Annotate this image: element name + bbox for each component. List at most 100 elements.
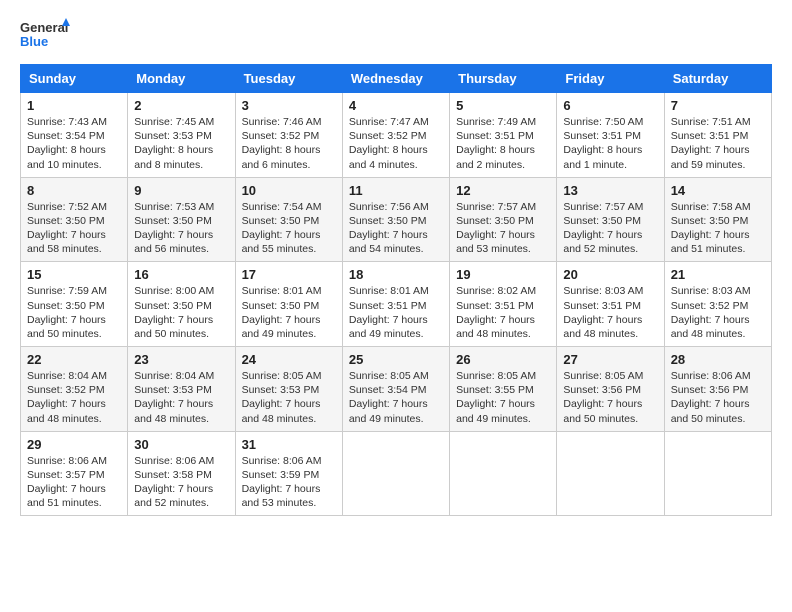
- calendar-cell: 23 Sunrise: 8:04 AMSunset: 3:53 PMDaylig…: [128, 347, 235, 432]
- cell-info: Sunrise: 8:03 AMSunset: 3:51 PMDaylight:…: [563, 285, 643, 340]
- day-number: 24: [242, 352, 336, 367]
- calendar-cell: 7 Sunrise: 7:51 AMSunset: 3:51 PMDayligh…: [664, 93, 771, 178]
- day-number: 9: [134, 183, 228, 198]
- calendar-cell: 11 Sunrise: 7:56 AMSunset: 3:50 PMDaylig…: [342, 177, 449, 262]
- calendar-cell: 10 Sunrise: 7:54 AMSunset: 3:50 PMDaylig…: [235, 177, 342, 262]
- day-number: 1: [27, 98, 121, 113]
- calendar-cell: 21 Sunrise: 8:03 AMSunset: 3:52 PMDaylig…: [664, 262, 771, 347]
- calendar-cell: 15 Sunrise: 7:59 AMSunset: 3:50 PMDaylig…: [21, 262, 128, 347]
- day-number: 20: [563, 267, 657, 282]
- calendar-cell: 28 Sunrise: 8:06 AMSunset: 3:56 PMDaylig…: [664, 347, 771, 432]
- column-header-monday: Monday: [128, 65, 235, 93]
- day-number: 21: [671, 267, 765, 282]
- day-number: 7: [671, 98, 765, 113]
- calendar-cell: 22 Sunrise: 8:04 AMSunset: 3:52 PMDaylig…: [21, 347, 128, 432]
- day-number: 10: [242, 183, 336, 198]
- week-row-1: 1 Sunrise: 7:43 AMSunset: 3:54 PMDayligh…: [21, 93, 772, 178]
- cell-info: Sunrise: 7:45 AMSunset: 3:53 PMDaylight:…: [134, 116, 214, 171]
- logo-icon: General Blue: [20, 16, 70, 56]
- calendar-cell: 5 Sunrise: 7:49 AMSunset: 3:51 PMDayligh…: [450, 93, 557, 178]
- calendar-cell: 1 Sunrise: 7:43 AMSunset: 3:54 PMDayligh…: [21, 93, 128, 178]
- week-row-4: 22 Sunrise: 8:04 AMSunset: 3:52 PMDaylig…: [21, 347, 772, 432]
- column-header-saturday: Saturday: [664, 65, 771, 93]
- cell-info: Sunrise: 7:57 AMSunset: 3:50 PMDaylight:…: [563, 201, 643, 256]
- day-number: 6: [563, 98, 657, 113]
- cell-info: Sunrise: 7:56 AMSunset: 3:50 PMDaylight:…: [349, 201, 429, 256]
- cell-info: Sunrise: 8:01 AMSunset: 3:51 PMDaylight:…: [349, 285, 429, 340]
- day-number: 17: [242, 267, 336, 282]
- cell-info: Sunrise: 8:04 AMSunset: 3:53 PMDaylight:…: [134, 370, 214, 425]
- cell-info: Sunrise: 7:52 AMSunset: 3:50 PMDaylight:…: [27, 201, 107, 256]
- day-number: 25: [349, 352, 443, 367]
- cell-info: Sunrise: 7:51 AMSunset: 3:51 PMDaylight:…: [671, 116, 751, 171]
- cell-info: Sunrise: 7:49 AMSunset: 3:51 PMDaylight:…: [456, 116, 536, 171]
- calendar-cell: 2 Sunrise: 7:45 AMSunset: 3:53 PMDayligh…: [128, 93, 235, 178]
- calendar-cell: 16 Sunrise: 8:00 AMSunset: 3:50 PMDaylig…: [128, 262, 235, 347]
- calendar-cell: 29 Sunrise: 8:06 AMSunset: 3:57 PMDaylig…: [21, 431, 128, 516]
- calendar-cell: [342, 431, 449, 516]
- calendar-cell: 6 Sunrise: 7:50 AMSunset: 3:51 PMDayligh…: [557, 93, 664, 178]
- day-number: 5: [456, 98, 550, 113]
- calendar-cell: 19 Sunrise: 8:02 AMSunset: 3:51 PMDaylig…: [450, 262, 557, 347]
- calendar-cell: 25 Sunrise: 8:05 AMSunset: 3:54 PMDaylig…: [342, 347, 449, 432]
- day-number: 11: [349, 183, 443, 198]
- cell-info: Sunrise: 8:06 AMSunset: 3:58 PMDaylight:…: [134, 455, 214, 510]
- calendar-cell: 13 Sunrise: 7:57 AMSunset: 3:50 PMDaylig…: [557, 177, 664, 262]
- cell-info: Sunrise: 7:43 AMSunset: 3:54 PMDaylight:…: [27, 116, 107, 171]
- day-number: 8: [27, 183, 121, 198]
- calendar-cell: 8 Sunrise: 7:52 AMSunset: 3:50 PMDayligh…: [21, 177, 128, 262]
- day-number: 26: [456, 352, 550, 367]
- cell-info: Sunrise: 7:53 AMSunset: 3:50 PMDaylight:…: [134, 201, 214, 256]
- cell-info: Sunrise: 8:05 AMSunset: 3:55 PMDaylight:…: [456, 370, 536, 425]
- cell-info: Sunrise: 7:47 AMSunset: 3:52 PMDaylight:…: [349, 116, 429, 171]
- calendar-cell: 24 Sunrise: 8:05 AMSunset: 3:53 PMDaylig…: [235, 347, 342, 432]
- calendar-cell: 4 Sunrise: 7:47 AMSunset: 3:52 PMDayligh…: [342, 93, 449, 178]
- calendar-cell: 14 Sunrise: 7:58 AMSunset: 3:50 PMDaylig…: [664, 177, 771, 262]
- svg-text:General: General: [20, 20, 68, 35]
- cell-info: Sunrise: 7:46 AMSunset: 3:52 PMDaylight:…: [242, 116, 322, 171]
- calendar-cell: 27 Sunrise: 8:05 AMSunset: 3:56 PMDaylig…: [557, 347, 664, 432]
- calendar-cell: 9 Sunrise: 7:53 AMSunset: 3:50 PMDayligh…: [128, 177, 235, 262]
- cell-info: Sunrise: 8:03 AMSunset: 3:52 PMDaylight:…: [671, 285, 751, 340]
- cell-info: Sunrise: 8:06 AMSunset: 3:57 PMDaylight:…: [27, 455, 107, 510]
- cell-info: Sunrise: 8:04 AMSunset: 3:52 PMDaylight:…: [27, 370, 107, 425]
- column-header-wednesday: Wednesday: [342, 65, 449, 93]
- column-header-friday: Friday: [557, 65, 664, 93]
- day-number: 4: [349, 98, 443, 113]
- calendar-cell: 3 Sunrise: 7:46 AMSunset: 3:52 PMDayligh…: [235, 93, 342, 178]
- cell-info: Sunrise: 8:06 AMSunset: 3:56 PMDaylight:…: [671, 370, 751, 425]
- day-number: 15: [27, 267, 121, 282]
- calendar-cell: 12 Sunrise: 7:57 AMSunset: 3:50 PMDaylig…: [450, 177, 557, 262]
- header: General Blue: [20, 16, 772, 56]
- day-number: 14: [671, 183, 765, 198]
- cell-info: Sunrise: 7:58 AMSunset: 3:50 PMDaylight:…: [671, 201, 751, 256]
- calendar-cell: 17 Sunrise: 8:01 AMSunset: 3:50 PMDaylig…: [235, 262, 342, 347]
- week-row-5: 29 Sunrise: 8:06 AMSunset: 3:57 PMDaylig…: [21, 431, 772, 516]
- cell-info: Sunrise: 7:54 AMSunset: 3:50 PMDaylight:…: [242, 201, 322, 256]
- cell-info: Sunrise: 7:57 AMSunset: 3:50 PMDaylight:…: [456, 201, 536, 256]
- day-number: 13: [563, 183, 657, 198]
- calendar-cell: [450, 431, 557, 516]
- cell-info: Sunrise: 8:02 AMSunset: 3:51 PMDaylight:…: [456, 285, 536, 340]
- calendar-table: SundayMondayTuesdayWednesdayThursdayFrid…: [20, 64, 772, 516]
- week-row-3: 15 Sunrise: 7:59 AMSunset: 3:50 PMDaylig…: [21, 262, 772, 347]
- cell-info: Sunrise: 8:00 AMSunset: 3:50 PMDaylight:…: [134, 285, 214, 340]
- week-row-2: 8 Sunrise: 7:52 AMSunset: 3:50 PMDayligh…: [21, 177, 772, 262]
- cell-info: Sunrise: 8:06 AMSunset: 3:59 PMDaylight:…: [242, 455, 322, 510]
- day-number: 28: [671, 352, 765, 367]
- day-number: 19: [456, 267, 550, 282]
- cell-info: Sunrise: 8:05 AMSunset: 3:54 PMDaylight:…: [349, 370, 429, 425]
- day-number: 23: [134, 352, 228, 367]
- calendar-cell: 18 Sunrise: 8:01 AMSunset: 3:51 PMDaylig…: [342, 262, 449, 347]
- cell-info: Sunrise: 8:01 AMSunset: 3:50 PMDaylight:…: [242, 285, 322, 340]
- day-number: 12: [456, 183, 550, 198]
- day-number: 29: [27, 437, 121, 452]
- logo: General Blue: [20, 16, 70, 56]
- calendar-header-row: SundayMondayTuesdayWednesdayThursdayFrid…: [21, 65, 772, 93]
- calendar-cell: 31 Sunrise: 8:06 AMSunset: 3:59 PMDaylig…: [235, 431, 342, 516]
- calendar-cell: [557, 431, 664, 516]
- calendar-cell: [664, 431, 771, 516]
- day-number: 18: [349, 267, 443, 282]
- day-number: 16: [134, 267, 228, 282]
- day-number: 30: [134, 437, 228, 452]
